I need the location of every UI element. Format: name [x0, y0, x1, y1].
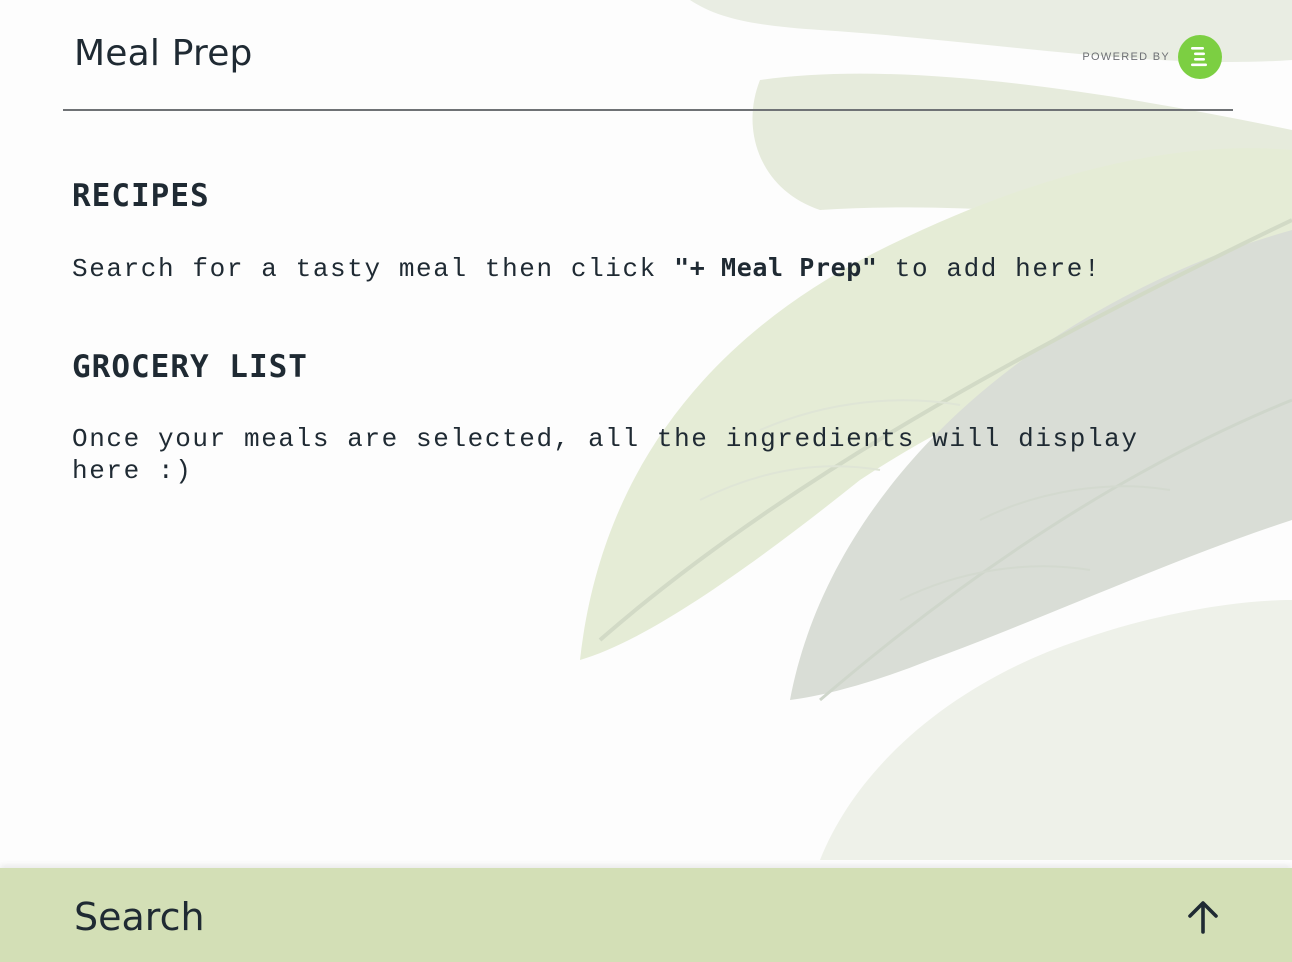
powered-by-label: POWERED BY	[1082, 51, 1170, 63]
recipes-empty-message: Search for a tasty meal then click "+ Me…	[72, 252, 1192, 285]
edamam-logo-icon[interactable]	[1178, 35, 1222, 79]
recipes-text-before: Search for a tasty meal then click	[72, 254, 675, 284]
search-bar[interactable]: Search	[0, 868, 1292, 962]
main-content: RECIPES Search for a tasty meal then cli…	[72, 178, 1192, 487]
grocery-empty-message: Once your meals are selected, all the in…	[72, 424, 1139, 486]
arrow-up-icon[interactable]	[1183, 897, 1223, 937]
powered-by[interactable]: POWERED BY	[1082, 35, 1222, 79]
meal-prep-label: "+ Meal Prep"	[674, 253, 878, 282]
grocery-list-heading: GROCERY LIST	[72, 349, 308, 385]
search-label[interactable]: Search	[74, 895, 205, 939]
recipes-text-after: to add here!	[877, 254, 1102, 284]
app-header: Meal Prep POWERED BY	[63, 0, 1233, 111]
app-title: Meal Prep	[74, 33, 253, 74]
recipes-heading: RECIPES	[72, 178, 210, 214]
